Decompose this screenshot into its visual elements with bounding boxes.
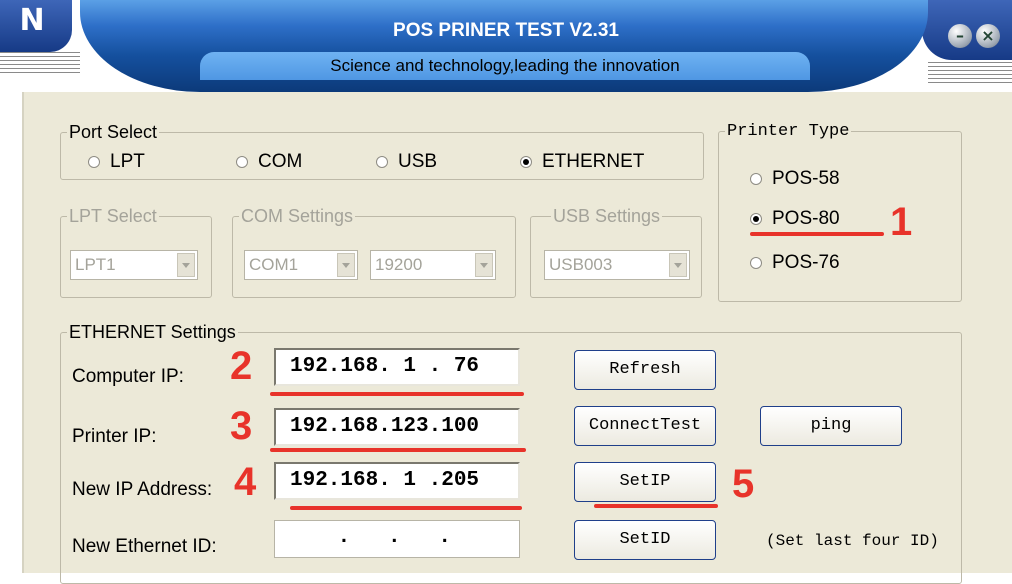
computer-ip-field[interactable]: 192.168. 1 . 76 xyxy=(274,348,520,386)
ping-button[interactable]: ping xyxy=(760,406,902,446)
app-logo-icon: N xyxy=(19,3,45,38)
radio-pos58-label: POS-58 xyxy=(772,168,840,189)
com-settings-legend: COM Settings xyxy=(241,206,354,226)
printer-ip-label: Printer IP: xyxy=(72,426,157,447)
title-bar[interactable]: N POS PRINER TEST V2.31 Science and tech… xyxy=(0,0,1012,92)
ethernet-settings-legend: ETHERNET Settings xyxy=(69,322,236,342)
annotation-underline-5 xyxy=(594,504,718,508)
annotation-number-1: 1 xyxy=(890,200,913,244)
lpt-port-select[interactable]: LPT1 xyxy=(70,250,198,280)
port-select-legend: Port Select xyxy=(69,122,158,142)
refresh-button[interactable]: Refresh xyxy=(574,350,716,390)
radio-ethernet-indicator xyxy=(520,156,532,168)
radio-com-indicator xyxy=(236,156,248,168)
annotation-number-2: 2 xyxy=(230,344,253,388)
computer-ip-label: Computer IP: xyxy=(72,366,184,387)
radio-pos58-indicator xyxy=(750,173,762,185)
usb-settings-legend: USB Settings xyxy=(553,206,661,226)
com-baud-value: 19200 xyxy=(375,255,423,274)
radio-lpt-indicator xyxy=(88,156,100,168)
chevron-down-icon[interactable] xyxy=(177,253,195,277)
close-icon[interactable]: × xyxy=(976,24,1000,48)
radio-pos80[interactable]: POS-80 xyxy=(750,208,840,230)
radio-pos58[interactable]: POS-58 xyxy=(750,168,840,190)
annotation-number-3: 3 xyxy=(230,404,253,448)
title-stripes-right xyxy=(928,62,1012,84)
new-ethernet-id-label: New Ethernet ID: xyxy=(72,536,217,557)
radio-usb-label: USB xyxy=(398,151,438,172)
lpt-port-value: LPT1 xyxy=(75,255,116,274)
radio-pos76[interactable]: POS-76 xyxy=(750,252,840,274)
radio-usb[interactable]: USB xyxy=(376,151,437,173)
radio-pos80-label: POS-80 xyxy=(772,208,840,229)
annotation-underline-1 xyxy=(750,232,884,236)
usb-port-value: USB003 xyxy=(549,255,613,274)
printer-ip-field[interactable]: 192.168.123.100 xyxy=(274,408,520,446)
annotation-underline-4 xyxy=(290,506,522,510)
annotation-underline-2 xyxy=(270,392,524,396)
new-ip-field[interactable]: 192.168. 1 .205 xyxy=(274,462,520,500)
annotation-underline-3 xyxy=(270,448,526,452)
radio-com[interactable]: COM xyxy=(236,151,302,173)
main-panel: Port Select LPT COM USB ETHERNET Printer… xyxy=(22,92,1012,584)
radio-lpt[interactable]: LPT xyxy=(88,151,145,173)
lpt-select-legend: LPT Select xyxy=(69,206,157,226)
com-baud-select[interactable]: 19200 xyxy=(370,250,496,280)
radio-pos76-indicator xyxy=(750,257,762,269)
radio-pos80-indicator xyxy=(750,213,762,225)
radio-usb-indicator xyxy=(376,156,388,168)
connect-test-button[interactable]: ConnectTest xyxy=(574,406,716,446)
radio-pos76-label: POS-76 xyxy=(772,252,840,273)
setip-button[interactable]: SetIP xyxy=(574,462,716,502)
setid-note: (Set last four ID) xyxy=(766,532,939,550)
title-stripes-left xyxy=(0,52,80,74)
window-subtitle: Science and technology,leading the innov… xyxy=(200,52,810,80)
usb-port-select[interactable]: USB003 xyxy=(544,250,690,280)
annotation-number-5: 5 xyxy=(732,462,755,506)
radio-ethernet[interactable]: ETHERNET xyxy=(520,151,644,173)
window-title: POS PRINER TEST V2.31 xyxy=(393,20,619,41)
radio-lpt-label: LPT xyxy=(110,151,145,172)
radio-ethernet-label: ETHERNET xyxy=(542,151,645,172)
chevron-down-icon[interactable] xyxy=(337,253,355,277)
chevron-down-icon[interactable] xyxy=(475,253,493,277)
radio-com-label: COM xyxy=(258,151,303,172)
com-port-select[interactable]: COM1 xyxy=(244,250,358,280)
com-port-value: COM1 xyxy=(249,255,299,274)
chevron-down-icon[interactable] xyxy=(669,253,687,277)
annotation-number-4: 4 xyxy=(234,460,257,504)
minimize-icon[interactable]: – xyxy=(948,24,972,48)
new-ethernet-id-field[interactable]: . . . xyxy=(274,520,520,558)
printer-type-legend: Printer Type xyxy=(727,122,850,141)
setid-button[interactable]: SetID xyxy=(574,520,716,560)
new-ip-label: New IP Address: xyxy=(72,479,213,500)
